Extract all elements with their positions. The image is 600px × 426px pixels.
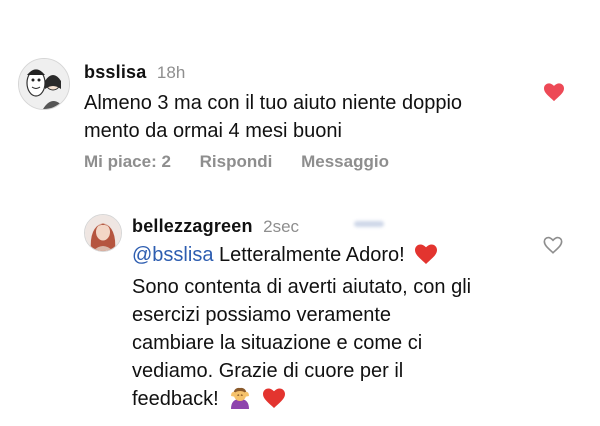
reply-button[interactable]: Rispondi (200, 152, 273, 171)
red-heart-icon (414, 243, 438, 273)
like-heart-filled-icon[interactable] (543, 82, 565, 102)
red-heart-icon (262, 387, 286, 417)
reply-text-line: cambiare la situazione e come ci (132, 332, 423, 354)
reply-text-line: Sono contenta di averti aiutato, con gli (132, 276, 472, 298)
reply-text-fragment: feedback! (132, 388, 219, 410)
user-avatar-icon (19, 59, 69, 109)
reply-text-line: @bsslisa Letteralmente Adoro! (132, 241, 562, 273)
likes-count-link[interactable]: Mi piace: 2 (84, 152, 171, 171)
reply-text-fragment: Letteralmente Adoro! (213, 244, 405, 266)
like-heart-outline-icon[interactable] (542, 235, 564, 255)
message-button[interactable]: Messaggio (301, 152, 389, 171)
reply-text-line: esercizi possiamo veramente (132, 304, 391, 326)
comment-text: Almeno 3 ma con il tuo aiuto niente dopp… (84, 89, 544, 145)
timestamp: 18h (156, 63, 186, 82)
user-avatar-icon (85, 215, 121, 251)
avatar-bsslisa[interactable] (18, 58, 70, 110)
redacted-mark (354, 221, 384, 227)
reply-text-line: vediamo. Grazie di cuore per il (132, 360, 404, 382)
comment-text-line: Almeno 3 ma con il tuo aiuto niente dopp… (84, 92, 463, 114)
username[interactable]: bsslisa (84, 62, 146, 82)
reply-header: bellezzagreen 2sec (132, 216, 299, 237)
mention-link[interactable]: @bsslisa (132, 244, 213, 266)
avatar-bellezzagreen[interactable] (84, 214, 122, 252)
comment-header: bsslisa 18h (84, 62, 185, 83)
reply-text-line: feedback! (132, 385, 562, 417)
reply-text: @bsslisa Letteralmente Adoro! Sono conte… (132, 241, 562, 417)
comment-text-line: mento da ormai 4 mesi buoni (84, 120, 342, 142)
timestamp: 2sec (263, 217, 300, 236)
woman-getting-massage-icon (228, 385, 252, 417)
username[interactable]: bellezzagreen (132, 216, 253, 236)
comment-actions: Mi piace: 2 Rispondi Messaggio (84, 152, 413, 172)
